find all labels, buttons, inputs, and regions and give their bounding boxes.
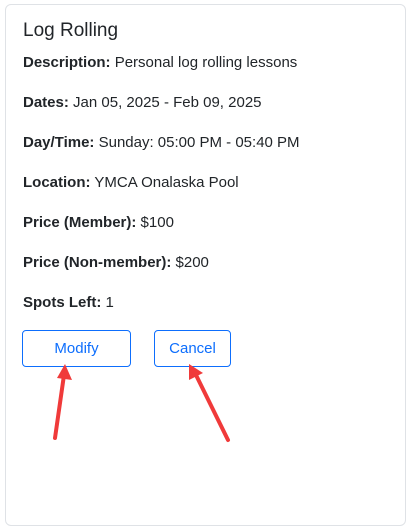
spots-left-field: Spots Left: 1 [23, 293, 114, 313]
price-nonmember-field: Price (Non-member): $200 [23, 253, 209, 273]
price-nonmember-label: Price (Non-member): [23, 254, 172, 271]
day-time-value: Sunday: 05:00 PM - 05:40 PM [98, 134, 300, 151]
dates-value: Jan 05, 2025 - Feb 09, 2025 [73, 94, 262, 111]
price-member-label: Price (Member): [23, 214, 137, 231]
price-nonmember-value: $200 [175, 254, 209, 271]
program-card: Log Rolling Description: Personal log ro… [5, 4, 406, 526]
location-label: Location: [23, 174, 91, 191]
description-value: Personal log rolling lessons [114, 54, 298, 71]
price-member-value: $100 [140, 214, 174, 231]
location-value: YMCA Onalaska Pool [94, 174, 239, 191]
spots-left-label: Spots Left: [23, 294, 102, 311]
description-label: Description: [23, 54, 111, 71]
location-field: Location: YMCA Onalaska Pool [23, 173, 239, 193]
modify-button[interactable]: Modify [22, 330, 131, 367]
description-field: Description: Personal log rolling lesson… [23, 53, 297, 73]
program-title: Log Rolling [23, 20, 119, 41]
day-time-label: Day/Time: [23, 134, 95, 151]
dates-field: Dates: Jan 05, 2025 - Feb 09, 2025 [23, 93, 262, 113]
day-time-field: Day/Time: Sunday: 05:00 PM - 05:40 PM [23, 133, 300, 153]
price-member-field: Price (Member): $100 [23, 213, 174, 233]
spots-left-value: 1 [105, 294, 114, 311]
cancel-button[interactable]: Cancel [154, 330, 231, 367]
dates-label: Dates: [23, 94, 69, 111]
